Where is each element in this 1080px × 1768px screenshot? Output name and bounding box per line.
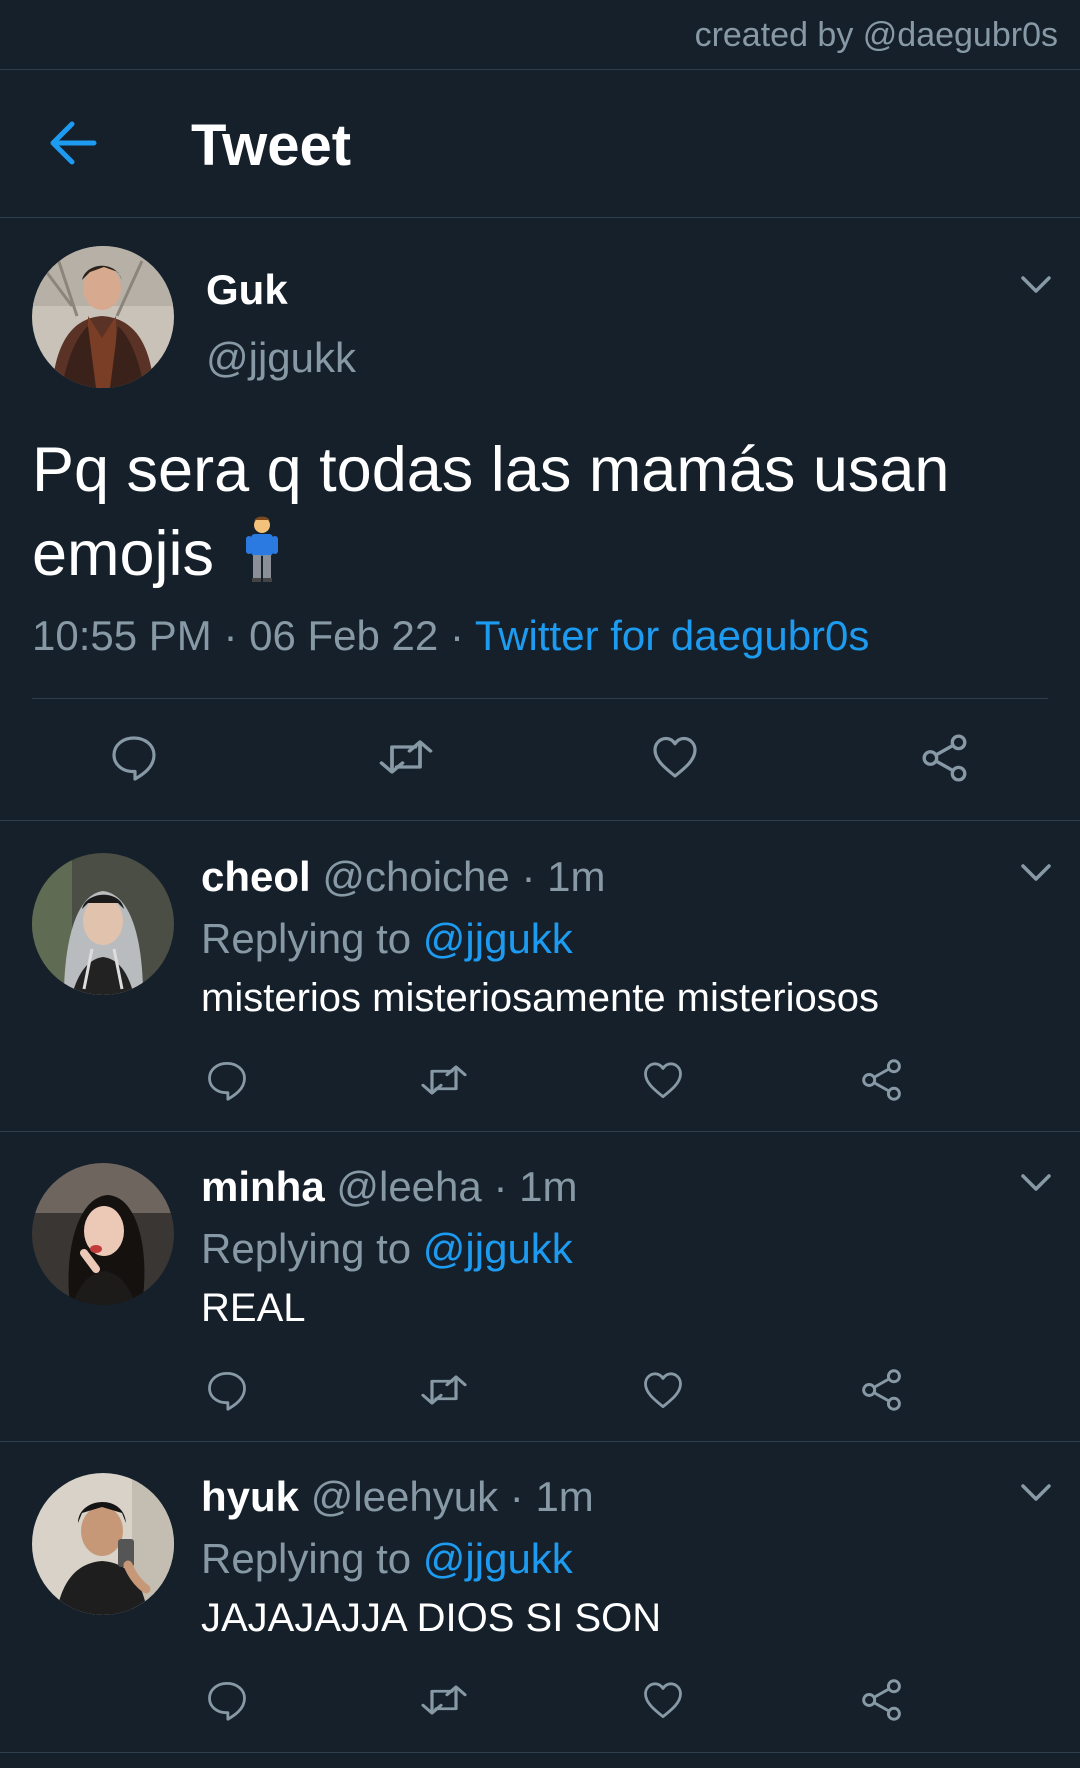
replying-to-handle[interactable]: @jjgukk [423,1225,573,1272]
divider [32,698,1048,699]
divider [0,820,1080,821]
chevron-down-icon[interactable] [1020,1173,1052,1193]
back-arrow-icon[interactable] [48,120,98,166]
reply-icon[interactable] [206,1679,248,1721]
credit-bar: created by @daegubr0s [0,0,1080,70]
replying-to: Replying to @jjgukk [201,1225,573,1273]
reply-author-name[interactable]: hyuk [201,1473,299,1520]
reply-text: JAJAJAJJA DIOS SI SON [201,1596,662,1640]
reply-text: REAL [201,1286,306,1330]
reply-time: 1m [519,1163,578,1210]
meta-separator: · [509,1473,524,1520]
reply-header: minha @leeha · 1m [201,1163,577,1211]
share-icon[interactable] [860,1678,904,1722]
chevron-down-icon[interactable] [1020,863,1052,883]
reply-icon[interactable] [206,1059,248,1101]
credit-text: created by @daegubr0s [694,16,1058,54]
reply-header: hyuk @leehyuk · 1m [201,1473,594,1521]
share-icon[interactable] [860,1368,904,1412]
like-icon[interactable] [642,1369,684,1411]
reply-icon[interactable] [110,733,158,781]
chevron-down-icon[interactable] [1020,275,1052,295]
like-icon[interactable] [642,1679,684,1721]
reply-author-handle[interactable]: @leeha [336,1163,481,1210]
like-icon[interactable] [650,733,700,781]
reply-author-handle[interactable]: @leehyuk [311,1473,498,1520]
retweet-icon[interactable] [378,733,434,781]
like-icon[interactable] [642,1059,684,1101]
author-handle[interactable]: @jjgukk [206,334,356,382]
retweet-icon[interactable] [420,1059,468,1101]
reply-author-name[interactable]: minha [201,1163,325,1210]
reply-header: cheol @choiche · 1m [201,853,605,901]
avatar[interactable] [32,246,174,388]
tweet-text: Pq sera q todas las mamás usan emojis [32,435,950,589]
reply-author-handle[interactable]: @choiche [322,853,509,900]
replying-to: Replying to @jjgukk [201,1535,573,1583]
reply-author-name[interactable]: cheol [201,853,311,900]
meta-separator: · [521,853,536,900]
author-name[interactable]: Guk [206,266,288,314]
divider [0,1441,1080,1442]
tweet-meta: 10:55 PM · 06 Feb 22 · Twitter for daegu… [32,612,869,660]
reply-icon[interactable] [206,1369,248,1411]
tweet-date: 06 Feb 22 [249,612,439,659]
reply-text: misterios misteriosamente misteriosos [201,976,879,1020]
divider [0,1131,1080,1132]
tweet-time: 10:55 PM [32,612,212,659]
meta-separator: · [493,1163,508,1210]
person-standing-emoji [242,515,282,583]
meta-separator: · [223,612,238,659]
share-icon[interactable] [860,1058,904,1102]
replying-label: Replying to [201,915,412,962]
meta-separator: · [449,612,464,659]
divider [0,1752,1080,1753]
reply-time: 1m [547,853,606,900]
tweet-source-link[interactable]: Twitter for daegubr0s [475,612,870,659]
replying-to-handle[interactable]: @jjgukk [423,1535,573,1582]
chevron-down-icon[interactable] [1020,1483,1052,1503]
retweet-icon[interactable] [420,1369,468,1411]
share-icon[interactable] [920,733,970,783]
avatar[interactable] [32,853,174,995]
replying-to-handle[interactable]: @jjgukk [423,915,573,962]
replying-label: Replying to [201,1535,412,1582]
page-title: Tweet [191,113,352,178]
replying-label: Replying to [201,1225,412,1272]
retweet-icon[interactable] [420,1679,468,1721]
avatar[interactable] [32,1473,174,1615]
avatar[interactable] [32,1163,174,1305]
replying-to: Replying to @jjgukk [201,915,573,963]
reply-time: 1m [535,1473,594,1520]
top-header: Tweet [0,70,1080,218]
